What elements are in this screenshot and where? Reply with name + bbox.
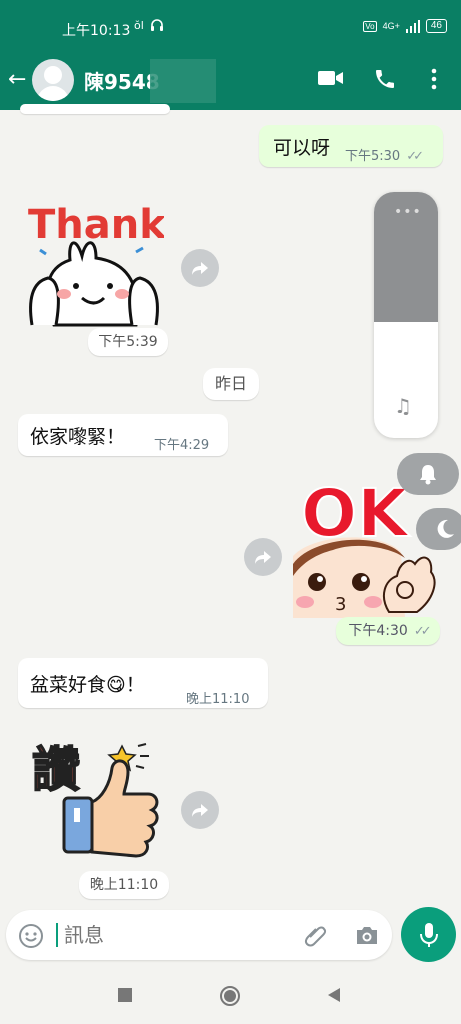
more-vert-icon[interactable] bbox=[430, 67, 438, 95]
message-input-bar bbox=[6, 910, 392, 960]
forward-icon[interactable] bbox=[244, 538, 282, 576]
message-time: 下午5:39 bbox=[88, 328, 168, 356]
text-cursor bbox=[56, 923, 58, 947]
status-time: 上午10:13 bbox=[62, 23, 131, 39]
system-nav-bar bbox=[0, 968, 461, 1024]
status-bar: 上午10:13 ŏl Vo 4G+ 46 bbox=[0, 0, 461, 56]
message-text: 盆菜好食😋！ bbox=[30, 674, 145, 696]
camera-icon[interactable] bbox=[354, 923, 380, 951]
volume-more-icon[interactable]: ••• bbox=[394, 204, 422, 220]
avatar[interactable] bbox=[32, 59, 74, 101]
sticker-text: 讚 bbox=[32, 742, 80, 798]
date-divider: 昨日 bbox=[203, 368, 259, 400]
signal-icon bbox=[405, 19, 420, 33]
sticker-thumbs-up[interactable]: 讚 bbox=[30, 728, 160, 862]
headphones-icon: ŏl bbox=[134, 18, 164, 35]
read-ticks-icon: ✓✓ bbox=[413, 624, 432, 639]
back-icon[interactable] bbox=[326, 987, 342, 1003]
redaction-block bbox=[150, 59, 216, 103]
sticker-thanks[interactable]: Thanks bbox=[24, 190, 190, 330]
chat-header: ← 陳9548 bbox=[0, 56, 461, 110]
volte-icon: Vo bbox=[363, 20, 377, 32]
paperclip-icon[interactable] bbox=[302, 923, 328, 953]
voice-call-icon[interactable] bbox=[373, 67, 397, 95]
forward-icon[interactable] bbox=[181, 249, 219, 287]
message-time: 下午5:30 ✓✓ bbox=[345, 149, 424, 164]
recents-icon[interactable] bbox=[118, 988, 132, 1002]
message-text: 可以呀 bbox=[273, 137, 331, 159]
volume-slider[interactable]: ••• ♫ bbox=[374, 192, 438, 438]
sticker-text: Thanks bbox=[28, 202, 164, 248]
svg-text:ŏl: ŏl bbox=[134, 19, 144, 32]
message-bubble-clipped bbox=[20, 104, 170, 114]
home-icon[interactable] bbox=[219, 985, 241, 1007]
video-call-icon[interactable] bbox=[318, 68, 344, 92]
contact-name[interactable]: 陳9548 bbox=[84, 66, 160, 95]
mic-icon bbox=[420, 923, 438, 947]
forward-icon[interactable] bbox=[181, 791, 219, 829]
svg-text:3: 3 bbox=[335, 594, 346, 615]
bell-icon bbox=[420, 465, 436, 485]
message-bubble[interactable]: 依家嚟緊！ 下午4:29 bbox=[18, 414, 228, 456]
moon-icon bbox=[437, 519, 454, 538]
message-input[interactable] bbox=[62, 922, 286, 948]
arrow-left-icon[interactable]: ← bbox=[8, 67, 26, 92]
message-time: 晚上11:10 bbox=[79, 871, 169, 899]
message-time: 下午4:29 bbox=[154, 438, 210, 453]
battery-icon: 46 bbox=[425, 19, 447, 33]
message-time: 下午4:30 ✓✓ bbox=[336, 617, 440, 645]
emoji-icon[interactable] bbox=[18, 923, 44, 953]
read-ticks-icon: ✓✓ bbox=[406, 149, 424, 164]
message-text: 依家嚟緊！ bbox=[30, 426, 126, 448]
message-time: 晚上11:10 bbox=[186, 692, 250, 707]
ring-mode-button[interactable] bbox=[397, 453, 459, 495]
message-bubble[interactable]: 可以呀 下午5:30 ✓✓ bbox=[259, 125, 443, 167]
message-bubble[interactable]: 盆菜好食😋！ 晚上11:10 bbox=[18, 658, 268, 708]
dnd-button[interactable] bbox=[416, 508, 461, 550]
music-note-icon: ♫ bbox=[394, 394, 412, 418]
network-label: 4G+ bbox=[382, 21, 400, 31]
mic-button[interactable] bbox=[401, 907, 456, 962]
